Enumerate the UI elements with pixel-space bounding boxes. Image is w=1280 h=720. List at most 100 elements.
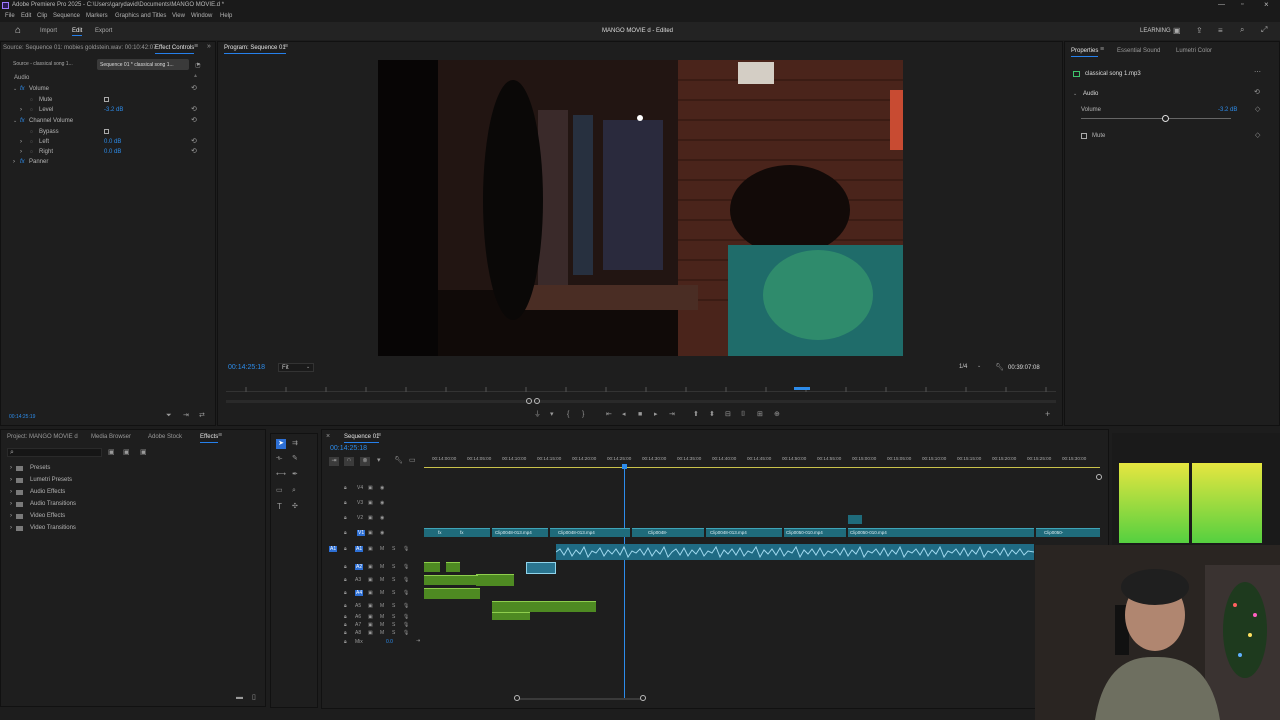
menu-sequence[interactable]: Sequence — [53, 13, 80, 19]
fit-dropdown[interactable]: Fit ⌄ — [278, 363, 314, 372]
mark-in-icon[interactable]: { — [567, 411, 569, 419]
reset-right-icon[interactable]: ⟲ — [191, 148, 197, 156]
lock-icon[interactable]: 🔒︎ — [344, 630, 347, 636]
solo-track-icon[interactable]: S — [392, 590, 395, 596]
lock-icon[interactable]: 🔒︎ — [344, 530, 347, 536]
reset-icon[interactable]: ⟲ — [191, 85, 197, 93]
go-to-out-icon[interactable]: ⇥ — [669, 411, 675, 419]
solo-track-icon[interactable]: S — [392, 630, 395, 636]
menu-help[interactable]: Help — [220, 13, 232, 19]
track-header-v2[interactable]: 🔒︎ V2 ▣ ◉ — [324, 513, 422, 523]
voiceover-icon[interactable]: 🎙︎ — [403, 546, 409, 552]
volume-slider[interactable] — [1081, 115, 1231, 122]
effect-controls-tab[interactable]: Effect Controls — [155, 45, 195, 54]
media-browser-tab[interactable]: Media Browser — [91, 434, 131, 440]
track-select-icon[interactable]: ⇉ — [292, 440, 298, 448]
snap-icon[interactable]: ∩ — [344, 457, 354, 466]
clip-icon[interactable]: ⇄ — [199, 412, 205, 420]
track-header-a4[interactable]: 🔒︎ A4 ▣ M S 🎙︎ — [324, 588, 422, 600]
reset-channel-icon[interactable]: ⟲ — [191, 117, 197, 125]
tab-edit[interactable]: Edit — [72, 28, 83, 36]
essential-sound-tab[interactable]: Essential Sound — [1117, 48, 1160, 54]
a2-green-clip-2[interactable] — [446, 562, 460, 572]
audio-reset-icon[interactable]: ⟲ — [1254, 89, 1260, 97]
left-value[interactable]: 0.0 dB — [104, 139, 121, 145]
home-icon[interactable]: ⌂ — [15, 25, 21, 36]
lock-icon[interactable]: 🔒︎ — [344, 564, 347, 570]
subtab-sequence[interactable]: Sequence 01 * classical song 1... — [97, 59, 189, 70]
voiceover-icon[interactable]: 🎙︎ — [403, 603, 409, 609]
expand-icon[interactable]: » — [207, 43, 211, 51]
track-header-a3[interactable]: 🔒︎ A3 ▣ M S 🎙︎ — [324, 575, 422, 587]
v1-clip-6[interactable]: Clip0050-010.mp4 — [784, 528, 846, 537]
overlay-icon[interactable]: ⊟ — [725, 411, 731, 419]
monitor-zoom-bar[interactable] — [226, 398, 1056, 404]
zoom-handle-right[interactable] — [534, 398, 540, 404]
eye-icon[interactable]: ◉ — [380, 500, 384, 506]
eye-icon[interactable]: ◉ — [380, 530, 384, 536]
mute-checkbox[interactable] — [104, 97, 109, 102]
v1-clip-5[interactable]: Clip0048-013.mp4 — [706, 528, 782, 537]
mute-track-icon[interactable]: M — [380, 630, 384, 636]
project-tab[interactable]: Project: MANGO MOVIE d — [7, 434, 78, 440]
add-button-icon[interactable]: + — [1045, 410, 1050, 419]
eye-icon[interactable]: ◉ — [380, 485, 384, 491]
mute-track-icon[interactable]: M — [380, 564, 384, 570]
add-marker-icon[interactable]: ▾ — [377, 457, 381, 465]
track-header-a1[interactable]: A1 🔒︎ A1 ▣ M S 🎙︎ — [324, 544, 422, 556]
chevron-down-channel-icon[interactable]: ⌄ — [13, 117, 17, 125]
captions-icon[interactable]: ▭ — [409, 457, 416, 465]
go-to-in-icon[interactable]: ⇤ — [606, 411, 612, 419]
subtab-source[interactable]: Source - classical song 1... — [13, 61, 93, 70]
sequence-menu-icon[interactable]: ≡ — [377, 432, 381, 440]
reset-left-icon[interactable]: ⟲ — [191, 138, 197, 146]
32bit-icon[interactable]: ▣ — [123, 449, 130, 457]
properties-menu-icon[interactable]: ≡ — [1100, 46, 1104, 54]
sync-lock-icon[interactable]: ▣ — [368, 603, 373, 609]
mute-track-icon[interactable]: M — [380, 546, 384, 552]
menu-window[interactable]: Window — [191, 13, 212, 19]
lock-icon[interactable]: 🔒︎ — [344, 485, 347, 491]
lock-icon[interactable]: 🔒︎ — [344, 515, 347, 521]
solo-track-icon[interactable]: S — [392, 546, 395, 552]
scroll-handle-right[interactable] — [640, 695, 646, 701]
mute-checkbox-prop[interactable] — [1081, 133, 1087, 139]
track-header-v1[interactable]: 🔒︎ V1 ▣ ◉ — [324, 528, 422, 538]
track-header-a2[interactable]: 🔒︎ A2 ▣ M S 🎙︎ — [324, 562, 422, 574]
timeline-scrollbar[interactable] — [424, 695, 1100, 701]
panel-toggle-icon[interactable]: ▢ — [195, 62, 201, 70]
stop-icon[interactable]: ■ — [638, 411, 642, 419]
linked-selection-icon[interactable]: ⊗ — [360, 457, 370, 466]
sync-lock-icon[interactable]: ▣ — [368, 485, 373, 491]
mute-track-icon[interactable]: M — [380, 577, 384, 583]
scroll-handle-left[interactable] — [514, 695, 520, 701]
right-value[interactable]: 0.0 dB — [104, 149, 121, 155]
adobe-stock-tab[interactable]: Adobe Stock — [148, 434, 182, 440]
solo-track-icon[interactable]: S — [392, 564, 395, 570]
camera-icon[interactable]: ⌷ — [741, 411, 745, 419]
stopwatch-left-icon[interactable]: ◌ — [30, 139, 33, 145]
track-header-mix[interactable]: 🔒︎ Mix 0.0 ⇥ — [324, 637, 422, 647]
lock-icon[interactable]: 🔒︎ — [344, 603, 347, 609]
filter-icon[interactable]: ⏷ — [166, 412, 172, 420]
source-tab[interactable]: Source: Sequence 01: mobies goldstein.wa… — [3, 45, 156, 51]
stopwatch-right-icon[interactable]: ◌ — [30, 149, 33, 155]
solo-track-icon[interactable]: S — [392, 603, 395, 609]
monitor-ruler[interactable] — [226, 384, 1056, 392]
menu-view[interactable]: View — [172, 13, 185, 19]
ec-timecode[interactable]: 00:14:25:19 — [9, 414, 35, 420]
delete-icon[interactable]: ▯ — [252, 694, 256, 702]
a5-green-clip[interactable] — [492, 601, 596, 612]
settings-wrench-icon[interactable]: 🔧︎ — [394, 457, 403, 465]
v1-clip-7[interactable]: Clip0050-010.mp4 — [848, 528, 1034, 537]
resolution-dropdown[interactable]: 1/4 ⌄ — [957, 363, 985, 372]
expand-arrow-icon[interactable]: ▴ — [194, 72, 197, 79]
timeline-ruler[interactable]: 00:14:00:00 00:14:05:00 00:14:10:00 00:1… — [424, 456, 1100, 468]
mix-end-icon[interactable]: ⇥ — [416, 638, 420, 644]
a2-green-clip-1[interactable] — [424, 562, 440, 572]
mute-track-icon[interactable]: M — [380, 590, 384, 596]
effects-search-input[interactable]: ⌕ — [7, 448, 102, 457]
menu-edit[interactable]: Edit — [21, 13, 31, 19]
v1-clip-1[interactable]: fx fx — [424, 528, 490, 537]
mix-value[interactable]: 0.0 — [386, 639, 393, 645]
